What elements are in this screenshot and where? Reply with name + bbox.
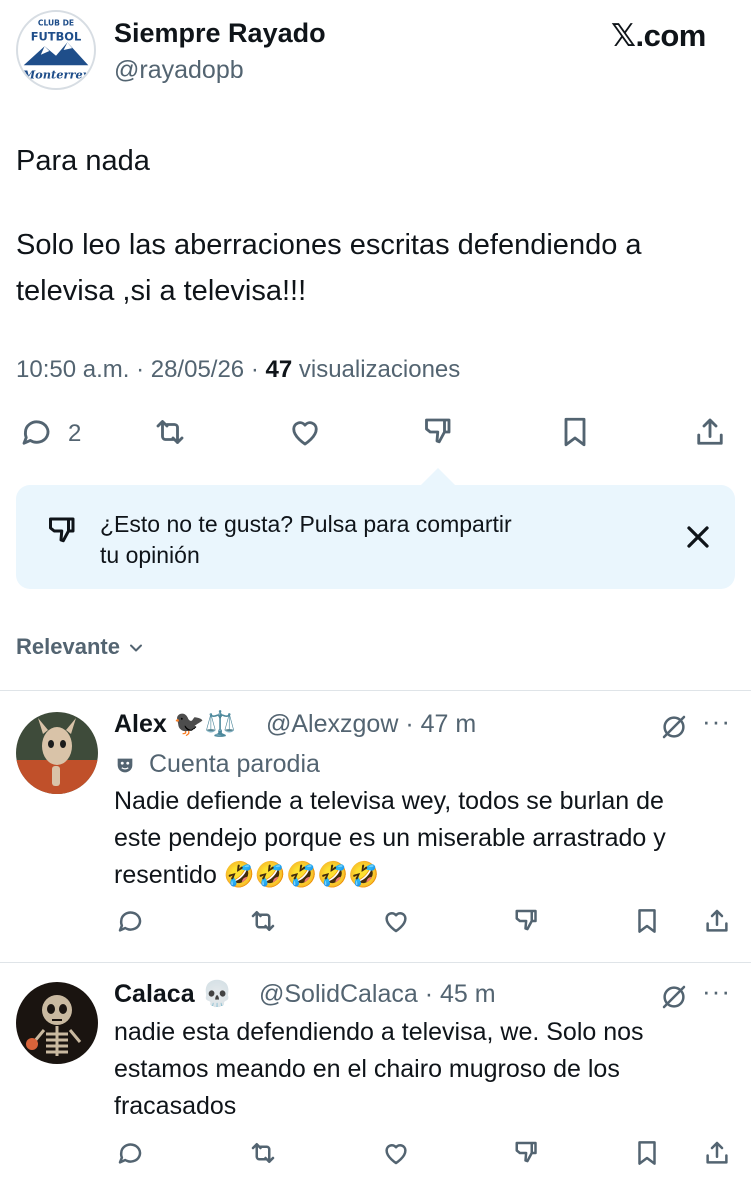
like-icon[interactable] — [376, 901, 416, 941]
more-icon[interactable]: ··· — [702, 976, 731, 1007]
reply-icon[interactable] — [110, 901, 150, 941]
reply-text-line: fracasados — [114, 1092, 237, 1120]
parody-label: Cuenta parodia — [148, 750, 320, 778]
x-logo: 𝕏.com — [611, 18, 706, 53]
reply-author[interactable]: Calaca 💀 — [114, 980, 233, 1009]
author-handle[interactable]: @rayadopb — [114, 56, 244, 85]
author-avatar[interactable]: CLUB DE FUTBOL Monterrey — [16, 10, 96, 90]
tweet-meta: 10:50 a.m. · 28/05/26 · 47 visualizacion… — [16, 356, 461, 383]
dislike-icon[interactable] — [508, 1133, 548, 1173]
reply-handle-meta: @SolidCalaca · 45 m — [259, 980, 496, 1008]
prompt-pointer — [420, 468, 456, 486]
like-icon[interactable] — [285, 412, 325, 452]
reply-text-line: nadie esta defendiendo a televisa, we. S… — [114, 1018, 644, 1046]
reply-text-line: estamos meando en el chairo mugroso de l… — [114, 1055, 620, 1083]
svg-text:Monterrey: Monterrey — [22, 68, 91, 82]
dislike-icon — [44, 511, 84, 551]
retweet-icon[interactable] — [243, 1133, 283, 1173]
dislike-prompt-text: ¿Esto no te gusta? Pulsa para compartir … — [100, 509, 512, 571]
retweet-icon[interactable] — [243, 901, 283, 941]
reply-count: 2 — [68, 420, 82, 447]
reply-icon[interactable] — [110, 1133, 150, 1173]
reply-author[interactable]: Alex 🐦‍⬛⚖️ — [114, 710, 236, 739]
more-icon[interactable]: ··· — [702, 706, 731, 737]
author-name[interactable]: Siempre Rayado — [114, 18, 326, 49]
tweet-date[interactable]: 28/05/26 — [151, 356, 244, 383]
close-icon[interactable] — [678, 517, 718, 557]
bookmark-icon[interactable] — [627, 1133, 667, 1173]
sort-label: Relevante — [16, 634, 120, 659]
retweet-icon[interactable] — [150, 412, 190, 452]
reply-handle-meta: @Alexzgow · 47 m — [266, 710, 477, 738]
dislike-icon[interactable] — [508, 901, 548, 941]
tweet-text-line: Solo leo las aberraciones escritas defen… — [16, 229, 642, 261]
reply-text: Nadie defiende a televisa wey, todos se … — [114, 783, 666, 894]
reply-time[interactable]: 47 m — [421, 710, 477, 738]
reply-text: nadie esta defendiendo a televisa, we. S… — [114, 1014, 644, 1125]
tweet-text-line: televisa ,si a televisa!!! — [16, 275, 307, 307]
bookmark-icon[interactable] — [555, 412, 595, 452]
reply-text-line: Nadie defiende a televisa wey, todos se … — [114, 787, 664, 815]
reply-text-line: resentido 🤣🤣🤣🤣🤣 — [114, 861, 380, 889]
svg-text:CLUB DE: CLUB DE — [38, 18, 74, 27]
reply-avatar[interactable] — [16, 712, 98, 794]
grok-icon[interactable] — [659, 982, 689, 1017]
prompt-line: ¿Esto no te gusta? Pulsa para compartir — [100, 511, 512, 537]
share-icon[interactable] — [697, 901, 737, 941]
reply-handle[interactable]: @SolidCalaca — [259, 980, 418, 1008]
tweet-text-line: Para nada — [16, 145, 150, 177]
tweet-time[interactable]: 10:50 a.m. — [16, 356, 129, 383]
chevron-down-icon — [130, 644, 143, 652]
views-label: visualizaciones — [298, 356, 461, 383]
svg-text:FUTBOL: FUTBOL — [31, 30, 81, 44]
reply-handle[interactable]: @Alexzgow — [266, 710, 398, 738]
share-icon[interactable] — [697, 1133, 737, 1173]
divider — [0, 690, 751, 691]
prompt-line: tu opinión — [100, 542, 200, 568]
parody-mask-icon — [117, 758, 133, 773]
like-icon[interactable] — [376, 1133, 416, 1173]
name-emoji: 💀 — [201, 980, 233, 1008]
dislike-icon[interactable] — [420, 412, 460, 452]
reply-name: Calaca — [114, 980, 195, 1008]
share-icon[interactable] — [690, 412, 730, 452]
bookmark-icon[interactable] — [627, 901, 667, 941]
sort-dropdown[interactable]: Relevante — [16, 634, 146, 660]
reply-time[interactable]: 45 m — [440, 980, 496, 1008]
reply-name: Alex — [114, 710, 167, 738]
views-count: 47 — [265, 356, 293, 383]
parody-badge: Cuenta parodia — [114, 750, 320, 779]
reply-avatar[interactable] — [16, 982, 98, 1064]
divider — [0, 962, 751, 963]
reply-icon[interactable] — [16, 412, 56, 452]
name-emoji: 🐦‍⬛⚖️ — [173, 710, 237, 738]
reply-text-line: este pendejo porque es un miserable arra… — [114, 824, 666, 852]
grok-icon[interactable] — [659, 712, 689, 747]
